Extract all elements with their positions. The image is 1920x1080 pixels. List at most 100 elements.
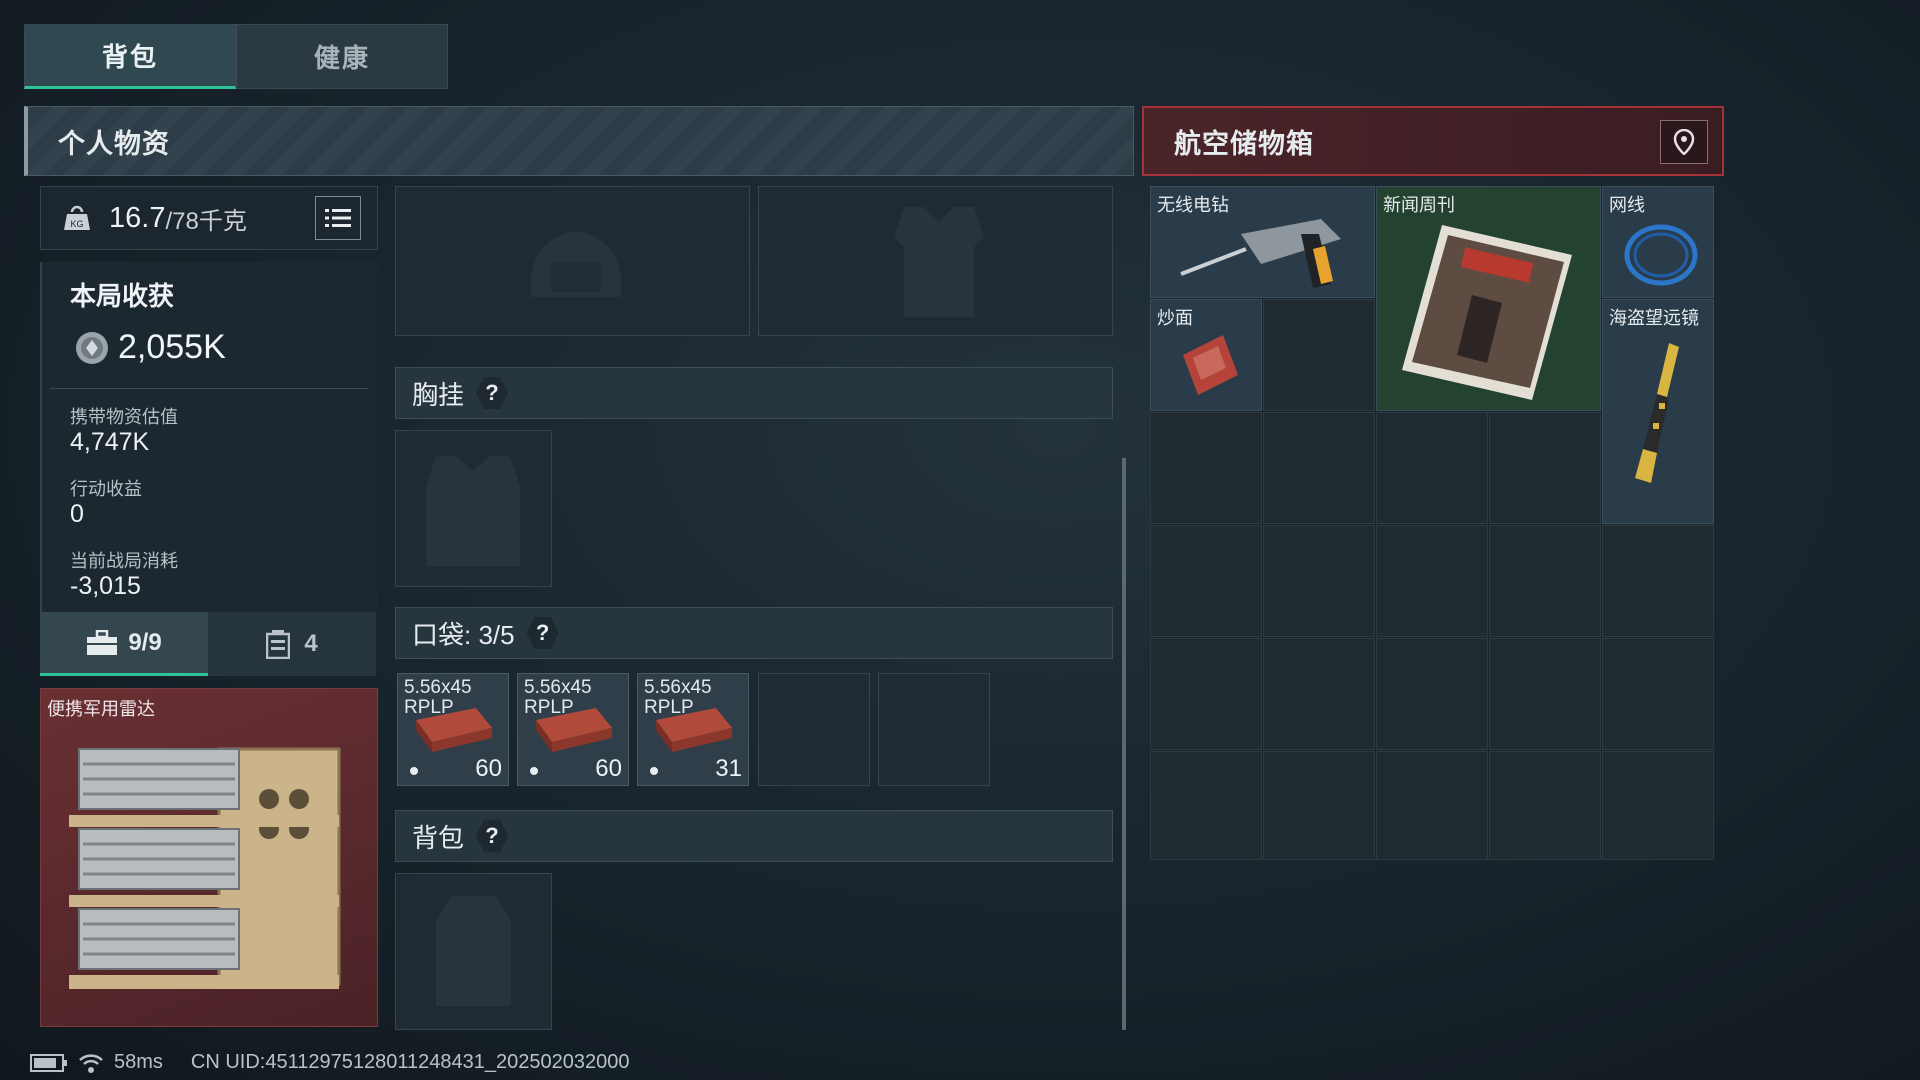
grid-cell[interactable] [1376,751,1488,860]
backpack-slot[interactable] [395,873,552,1030]
item-cordless-drill[interactable]: 无线电钻 [1150,186,1375,298]
pocket-slot-empty[interactable] [878,673,990,786]
backpack-label: 背包 [412,822,465,853]
chest-help-icon[interactable]: ? [476,377,509,409]
income-label: 行动收益 [70,479,142,499]
carry-label: 携带物资估值 [70,407,178,427]
grid-cell[interactable] [1376,412,1488,524]
armor-slot[interactable] [758,186,1113,336]
item-fried-noodles[interactable]: 炒面 [1150,299,1262,411]
container-tabs: 9/9 4 [40,612,376,676]
stats-panel: 本局收获 2,055K 携带物资估值 4,747K 行动收益 0 当前战局消耗 … [40,262,378,612]
ammo-slot-2[interactable]: 5.56x45 RPLP 60 [517,673,629,786]
grid-cell[interactable] [1263,412,1375,524]
storage-grid: 无线电钻 新闻周刊 网线 炒面 海盗望远镜 [1150,186,1714,860]
telescope-icon [1635,343,1679,483]
toolbox-icon [87,629,118,655]
personal-supplies-title: 个人物资 [58,128,170,159]
grid-cell[interactable] [1376,638,1488,750]
case-count: 9/9 [128,628,162,656]
helmet-slot[interactable] [395,186,750,336]
weight-panel: KG 16.7 /78千克 [40,186,378,250]
scrollbar[interactable] [1122,458,1126,1030]
ammo-type: 5.56x45 RPLP [404,677,472,718]
grid-cell[interactable] [1489,525,1601,637]
grid-cell[interactable] [1489,412,1601,524]
grid-cell[interactable] [1376,525,1488,637]
grid-cell[interactable] [1602,751,1714,860]
personal-supplies-header: 个人物资 [24,106,1134,176]
ammo-slot-3[interactable]: 5.56x45 RPLP 31 [637,673,749,786]
item-label: 网线 [1609,195,1645,215]
grid-cell[interactable] [1150,638,1262,750]
cost-label: 当前战局消耗 [70,551,178,571]
ammo-count: 60 [475,755,502,782]
portable-radar-name: 便携军用雷达 [47,699,155,719]
portable-radar-card[interactable]: 便携军用雷达 [40,688,378,1027]
backpack-help-icon[interactable]: ? [476,820,509,852]
location-pin-icon [1673,129,1695,155]
weight-current: 16.7 [109,201,166,234]
helmet-icon [531,232,621,297]
tab-box[interactable]: 4 [208,612,376,676]
ammo-type: 5.56x45 RPLP [524,677,592,718]
grid-cell[interactable] [1150,412,1262,524]
status-bar: 58ms CN UID:4511297512801124843​1_202502… [30,1051,629,1074]
armor-icon [894,207,984,317]
ammo-dot [410,767,418,775]
box-count: 4 [304,630,318,657]
pocket-help-icon[interactable]: ? [526,617,559,649]
pocket-bar: 口袋: 3/5 ? [395,607,1113,659]
coin-icon [76,332,108,364]
ammo-slot-1[interactable]: 5.56x45 RPLP 60 [397,673,509,786]
grid-cell[interactable] [1150,751,1262,860]
noodles-icon [1183,335,1238,395]
harvest-title: 本局收获 [70,281,175,311]
item-pirate-telescope[interactable]: 海盗望远镜 [1602,299,1714,524]
backpack-icon [436,896,511,1006]
chest-rig-slot[interactable] [395,430,552,587]
divider [50,388,368,389]
grid-cell[interactable] [1489,751,1601,860]
uid-text: CN UID:4511297512801124843​1_20250203200… [190,1051,630,1073]
item-label: 炒面 [1157,308,1193,328]
magazine-icon [1402,225,1572,400]
grid-cell[interactable] [1602,525,1714,637]
weight-max: /78千克 [165,207,247,235]
grid-cell[interactable] [1263,751,1375,860]
income-value: 0 [70,500,84,528]
grid-cell[interactable] [1602,638,1714,750]
item-news-weekly[interactable]: 新闻周刊 [1376,186,1601,411]
grid-cell[interactable] [1150,525,1262,637]
ammo-count: 60 [595,755,622,782]
grid-cell[interactable] [1263,638,1375,750]
tab-health[interactable]: 健康 [236,24,448,89]
tab-backpack[interactable]: 背包 [24,24,236,89]
radar-icon [69,747,341,989]
ping-value: 58ms [114,1051,163,1073]
chest-rig-label: 胸挂 [412,379,465,410]
carry-value: 4,747K [70,428,150,456]
grid-cell[interactable] [1263,525,1375,637]
item-label: 新闻周刊 [1383,195,1455,215]
vest-icon [426,456,520,566]
ammo-dot [530,767,538,775]
item-network-cable[interactable]: 网线 [1602,186,1714,298]
svg-text:KG: KG [70,219,83,229]
list-icon [325,209,351,227]
grid-cell[interactable] [1489,638,1601,750]
weight-icon: KG [64,205,90,230]
air-storage-title: 航空储物箱 [1174,128,1314,159]
pocket-slot-empty[interactable] [758,673,870,786]
tab-case[interactable]: 9/9 [40,612,208,676]
ammo-dot [650,767,658,775]
drill-icon [1180,219,1341,288]
grid-cell[interactable] [1263,299,1375,411]
chest-rig-bar: 胸挂 ? [395,367,1113,419]
location-pin-button[interactable] [1660,120,1708,164]
backpack-bar: 背包 ? [395,810,1113,862]
list-view-button[interactable] [315,196,361,240]
ammo-type: 5.56x45 RPLP [644,677,712,718]
item-label: 海盗望远镜 [1609,308,1699,328]
ammo-count: 31 [715,755,742,782]
